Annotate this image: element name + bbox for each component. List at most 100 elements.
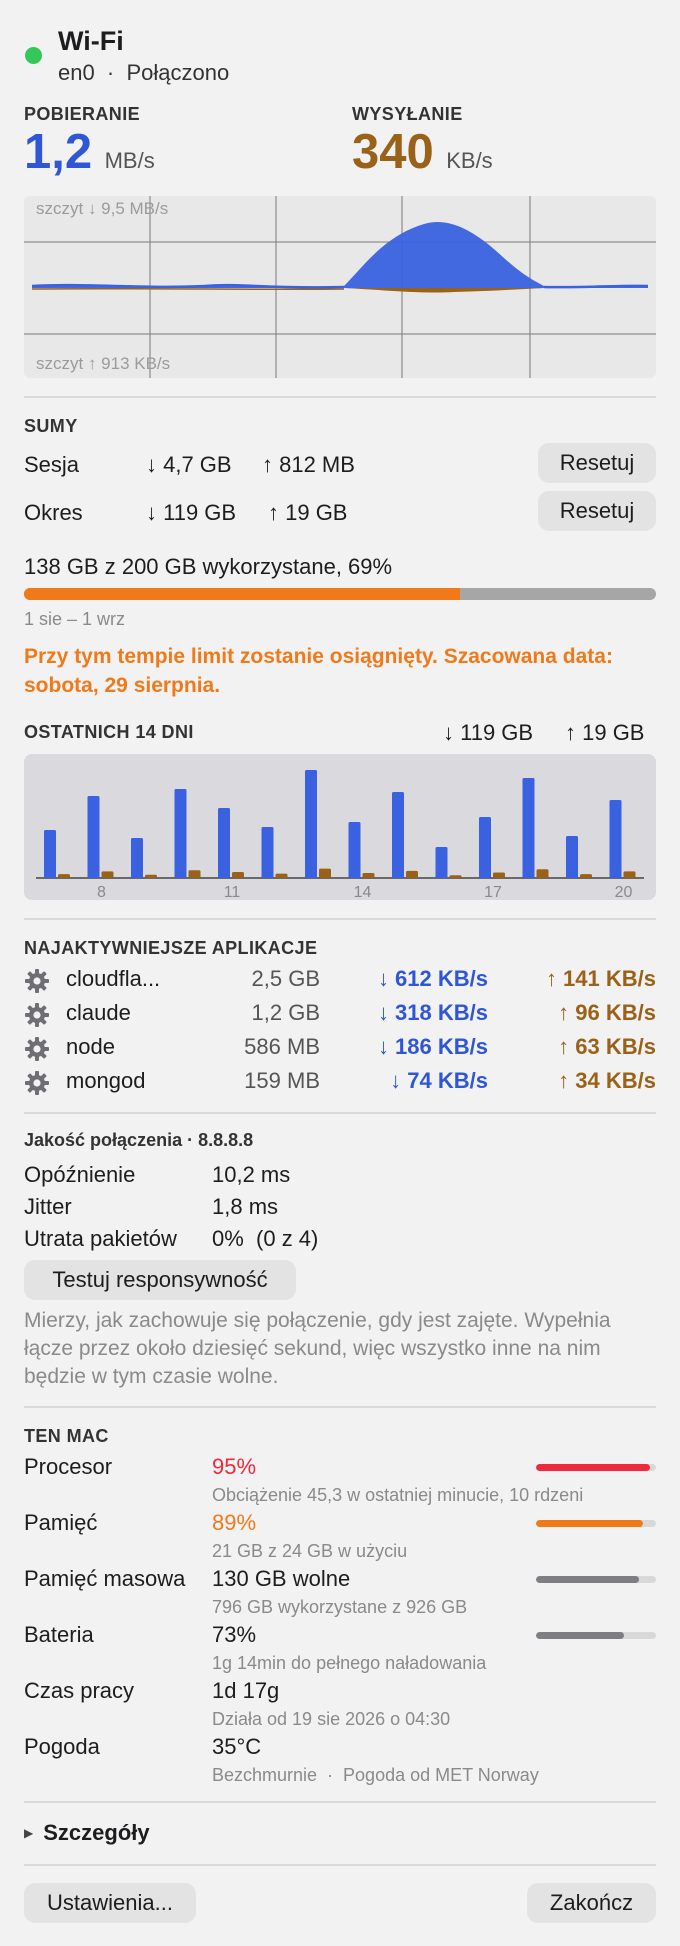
details-label: Szczegóły xyxy=(43,1820,150,1845)
history-chart: 8 11 14 17 20 xyxy=(24,754,656,900)
history-down-bar xyxy=(305,770,317,878)
mac-row-detail: Działa od 19 sie 2026 o 04:30 xyxy=(212,1709,451,1729)
mac-row-value: 130 GB wolne xyxy=(212,1566,351,1591)
history-up-bar xyxy=(406,870,418,878)
upload-speed: 340 KB/s xyxy=(352,124,493,180)
period-label: Okres xyxy=(24,500,83,525)
app-total: 2,5 GB xyxy=(251,966,320,991)
history-up-bar xyxy=(58,874,70,878)
reset-session-button[interactable]: Resetuj xyxy=(538,443,656,483)
mac-row-meter-fill xyxy=(536,1576,640,1583)
upload-value: 340 xyxy=(352,125,434,179)
app-row: node 586 MB ↓ 186 KB/s ↑ 63 KB/s xyxy=(0,1034,680,1064)
upload-label: WYSYŁANIE xyxy=(352,104,463,124)
mac-row-value: 1d 17g xyxy=(212,1678,280,1703)
app-total: 1,2 GB xyxy=(251,1000,320,1025)
usage-summary: 138 GB z 200 GB wykorzystane, 69% xyxy=(24,554,393,579)
history-down-bar xyxy=(479,817,491,878)
history-up-bar xyxy=(145,874,157,878)
baseline-line xyxy=(31,283,649,289)
history-tick-label: 11 xyxy=(224,884,241,900)
app-name: mongod xyxy=(66,1068,146,1093)
usage-warning: Przy tym tempie limit zostanie osiągnięt… xyxy=(24,645,613,697)
history-down-bar xyxy=(131,838,143,878)
history-up-bar xyxy=(101,871,114,878)
app-down: ↓ 612 KB/s xyxy=(377,966,488,991)
latency-label: Opóźnienie xyxy=(24,1162,136,1187)
history-up-bar xyxy=(623,871,636,878)
history-tick-label: 20 xyxy=(615,884,633,900)
app-up: ↑ 96 KB/s xyxy=(558,1000,656,1025)
app-total: 159 MB xyxy=(244,1068,320,1093)
history-down-bar xyxy=(348,822,361,878)
mac-row-meter xyxy=(536,1520,656,1527)
status-dot xyxy=(25,47,42,64)
history-down-bar xyxy=(261,827,274,878)
app-up: ↑ 141 KB/s xyxy=(545,966,656,991)
usage-bar xyxy=(24,588,656,600)
mac-row-meter xyxy=(536,1576,656,1583)
test-responsiveness-button[interactable]: Testuj responsywność xyxy=(24,1260,296,1300)
history-up-bar xyxy=(536,869,549,878)
details-disclosure[interactable]: ▶ Szczegóły xyxy=(24,1820,150,1846)
session-up: ↑ 812 MB xyxy=(262,452,355,477)
mac-row-detail: Bezchmurnie · Pogoda od MET Norway xyxy=(212,1765,539,1785)
mac-row-meter xyxy=(536,1632,656,1639)
history-down-bar xyxy=(609,800,622,878)
quality-description: Mierzy, jak zachowuje się połączenie, gd… xyxy=(24,1309,611,1388)
mac-row-detail: 796 GB wykorzystane z 926 GB xyxy=(212,1597,468,1617)
history-down-bar xyxy=(566,836,578,878)
app-row: claude 1,2 GB ↓ 318 KB/s ↑ 96 KB/s xyxy=(0,1000,680,1030)
download-area xyxy=(32,221,648,288)
app-row: mongod 159 MB ↓ 74 KB/s ↑ 34 KB/s xyxy=(0,1068,680,1098)
mac-row-detail: Obciążenie 45,3 w ostatniej minucie, 10 … xyxy=(212,1485,584,1505)
mac-row-detail: 1g 14min do pełnego naładowania xyxy=(212,1653,487,1673)
usage-bar-fill xyxy=(24,588,461,600)
mac-title: TEN MAC xyxy=(24,1426,109,1446)
app-down: ↓ 186 KB/s xyxy=(377,1034,488,1059)
period-down: ↓ 119 GB xyxy=(146,500,237,525)
history-up-bar xyxy=(580,874,592,878)
history-total-down: ↓ 119 GB xyxy=(443,720,534,745)
history-tick-label: 14 xyxy=(354,884,372,900)
app-up: ↑ 34 KB/s xyxy=(558,1068,656,1093)
mac-row-label: Czas pracy xyxy=(24,1678,135,1703)
app-down: ↓ 318 KB/s xyxy=(377,1000,488,1025)
download-label: POBIERANIE xyxy=(24,104,141,124)
mac-row-label: Pogoda xyxy=(24,1734,100,1759)
network-subtitle: en0 · Połączono xyxy=(58,60,230,85)
reset-period-button[interactable]: Resetuj xyxy=(538,491,656,531)
jitter-label: Jitter xyxy=(24,1194,72,1219)
history-up-bar xyxy=(493,872,505,878)
quit-button[interactable]: Zakończ xyxy=(527,1883,656,1923)
history-down-bar xyxy=(392,792,404,878)
mac-row-meter-fill xyxy=(536,1632,624,1639)
mac-row-meter-fill xyxy=(536,1520,643,1527)
app-down: ↓ 74 KB/s xyxy=(390,1068,488,1093)
mac-row-value: 89% xyxy=(212,1510,257,1535)
mac-row-value: 95% xyxy=(212,1454,257,1479)
packet-loss-label: Utrata pakietów xyxy=(24,1226,177,1251)
mac-row-label: Pamięć xyxy=(24,1510,98,1535)
mac-row-meter xyxy=(536,1464,656,1471)
period-up: ↑ 19 GB xyxy=(268,500,348,525)
apps-title: NAJAKTYWNIEJSZE APLIKACJE xyxy=(24,938,318,958)
history-total-up: ↑ 19 GB xyxy=(565,720,645,745)
history-title: OSTATNICH 14 DNI xyxy=(24,722,194,742)
history-down-bar xyxy=(87,796,100,878)
mac-row-detail: 21 GB z 24 GB w użyciu xyxy=(212,1541,408,1561)
app-row: cloudfla... 2,5 GB ↓ 612 KB/s ↑ 141 KB/s xyxy=(0,966,680,996)
packet-loss-value: 0% (0 z 4) xyxy=(212,1226,319,1251)
download-unit: MB/s xyxy=(104,148,155,173)
history-tick-label: 8 xyxy=(97,884,106,900)
quality-title: Jakość połączenia · 8.8.8.8 xyxy=(24,1130,254,1150)
history-down-bar xyxy=(174,789,187,878)
gear-icon xyxy=(25,1003,49,1027)
settings-button[interactable]: Ustawienia... xyxy=(24,1883,196,1923)
history-up-bar xyxy=(232,871,244,878)
history-tick-label: 17 xyxy=(484,884,502,900)
app-up: ↑ 63 KB/s xyxy=(558,1034,656,1059)
app-name: claude xyxy=(66,1000,131,1025)
network-title: Wi-Fi xyxy=(58,26,124,56)
throughput-graph-svg xyxy=(24,196,656,378)
